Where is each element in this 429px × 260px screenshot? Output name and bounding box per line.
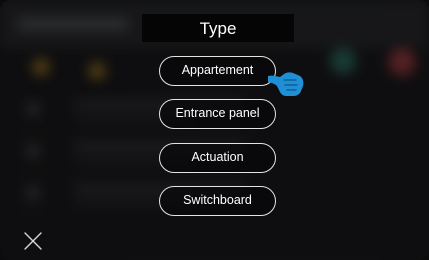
option-entrance-panel[interactable]: Entrance panel [159, 99, 276, 129]
close-icon[interactable] [22, 230, 44, 252]
dialog-title: Type [142, 14, 294, 42]
option-actuation[interactable]: Actuation [159, 143, 276, 173]
option-switchboard[interactable]: Switchboard [159, 186, 276, 216]
hand-pointer-icon [268, 72, 304, 96]
option-appartement[interactable]: Appartement [159, 56, 276, 86]
screen: Type Appartement Entrance panel Actuatio… [0, 0, 429, 260]
